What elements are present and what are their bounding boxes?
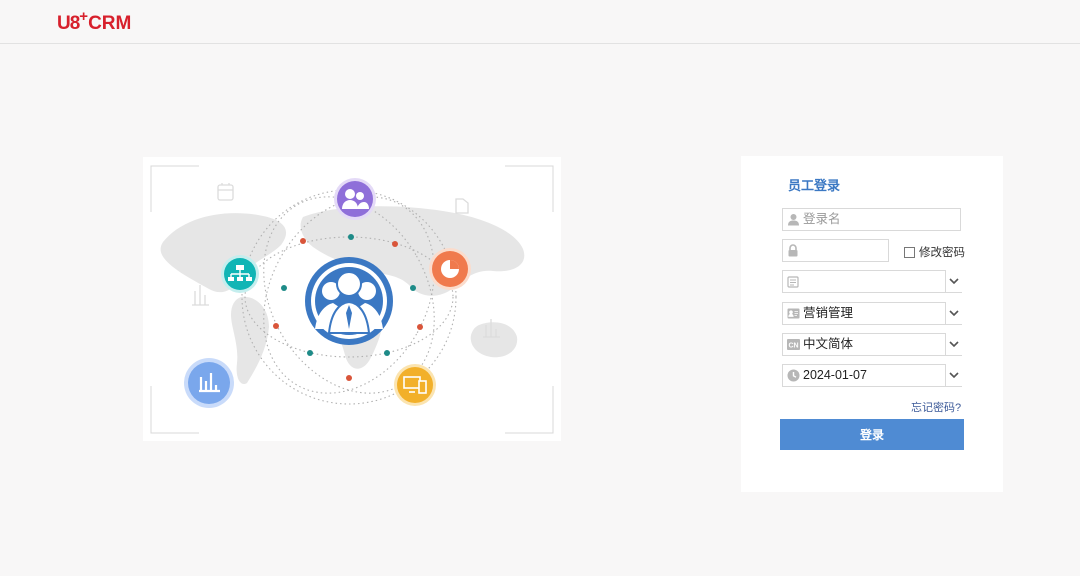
bar-chart-node-icon (184, 358, 234, 408)
login-panel: 员工登录 登录名 修改密码 营销管理 CN 中文简体 2024-01-07 忘记… (741, 156, 1003, 492)
change-password-checkbox[interactable]: 修改密码 (904, 244, 965, 260)
account-select[interactable] (782, 270, 946, 293)
checkbox-box[interactable] (904, 246, 915, 258)
logo-crm-text: CRM (88, 13, 132, 34)
username-placeholder: 登录名 (803, 212, 841, 226)
change-password-label: 修改密码 (919, 247, 965, 259)
language-dropdown-arrow[interactable] (946, 333, 962, 356)
chevron-down-icon (949, 371, 959, 378)
language-value: 中文简体 (803, 337, 854, 351)
svg-text:CN: CN (788, 342, 798, 349)
org-chart-node-icon (221, 255, 259, 293)
login-title: 员工登录 (788, 178, 841, 193)
chevron-down-icon (949, 340, 959, 347)
date-select[interactable]: 2024-01-07 (782, 364, 946, 387)
users-node-icon (334, 178, 376, 220)
world-network-graphic (150, 165, 554, 434)
module-dropdown-arrow[interactable] (946, 302, 962, 325)
lock-icon (783, 240, 803, 261)
center-team-icon (305, 257, 393, 345)
user-icon (783, 209, 803, 230)
top-header: U8 + CRM (0, 0, 1080, 44)
devices-node-icon (394, 364, 436, 406)
password-field[interactable] (782, 239, 889, 262)
brand-logo: U8 + CRM (57, 8, 132, 36)
pie-chart-node-icon (429, 248, 471, 290)
cn-icon: CN (783, 334, 803, 355)
database-icon (783, 271, 803, 292)
date-value: 2024-01-07 (803, 368, 867, 382)
chevron-down-icon (949, 277, 959, 284)
username-field[interactable]: 登录名 (782, 208, 961, 231)
account-dropdown-arrow[interactable] (946, 270, 962, 293)
forgot-password-link[interactable]: 忘记密码? (911, 399, 961, 415)
module-select[interactable]: 营销管理 (782, 302, 946, 325)
login-button[interactable]: 登录 (780, 419, 964, 450)
date-dropdown-arrow[interactable] (946, 364, 962, 387)
id-card-icon (783, 303, 803, 324)
hero-illustration (143, 157, 561, 441)
clock-icon (783, 365, 803, 386)
logo-u8-text: U8 (57, 13, 80, 34)
module-value: 营销管理 (803, 306, 854, 320)
logo-plus-text: + (79, 8, 89, 25)
language-select[interactable]: CN 中文简体 (782, 333, 946, 356)
chevron-down-icon (949, 309, 959, 316)
